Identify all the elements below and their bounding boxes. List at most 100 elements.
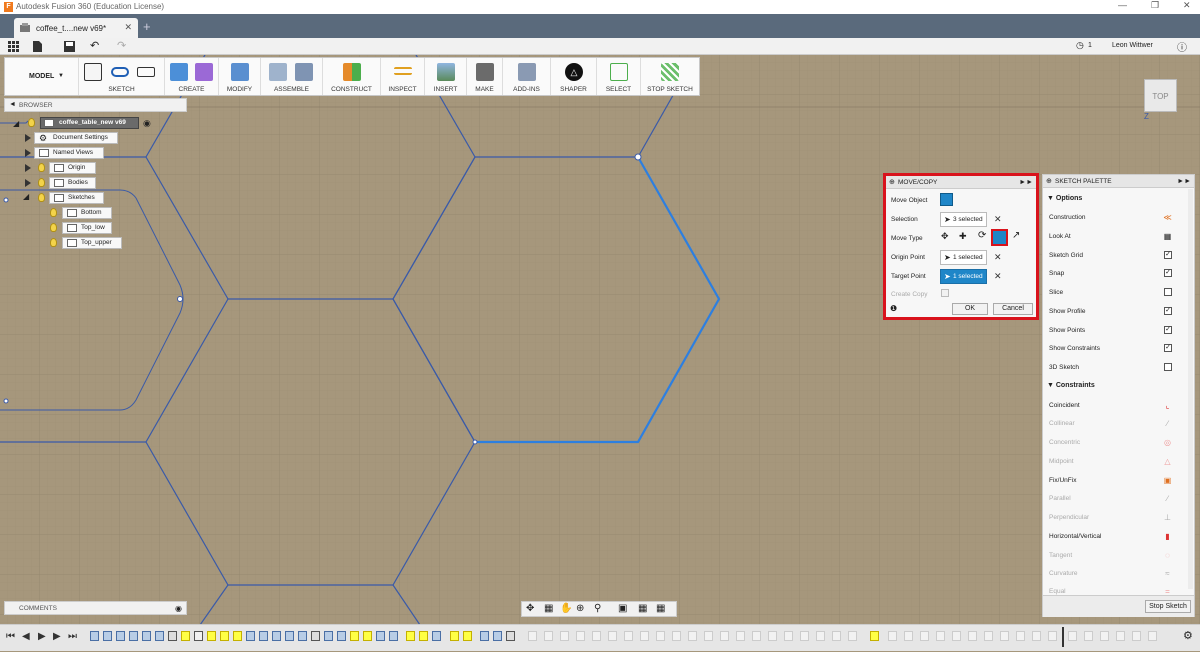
timeline-feature[interactable] [1000, 631, 1009, 641]
activate-component-icon[interactable]: ◉ [143, 118, 151, 129]
sketch-group[interactable]: SKETCH [79, 58, 165, 95]
timeline-feature[interactable] [324, 631, 333, 641]
new-component-icon[interactable] [269, 63, 287, 81]
timeline-feature[interactable] [419, 631, 428, 641]
user-name[interactable]: Leon Wittwer [1112, 42, 1153, 49]
timeline-feature[interactable] [376, 631, 385, 641]
timeline-feature[interactable] [736, 631, 745, 641]
modify-menu[interactable]: MODIFY [219, 86, 260, 93]
redo-icon[interactable]: ↷ [117, 39, 126, 52]
close-icon[interactable]: ✕ [1183, 0, 1191, 11]
timeline-feature[interactable] [155, 631, 164, 641]
timeline-feature[interactable] [168, 631, 177, 641]
timeline-feature[interactable] [936, 631, 945, 641]
workspace-switcher[interactable]: MODEL ▼ [5, 58, 79, 95]
look-at-icon[interactable]: ▦ [1163, 232, 1172, 241]
timeline-features[interactable] [88, 625, 1178, 652]
look-at-view-icon[interactable]: ▦ [544, 603, 553, 614]
sketch-menu[interactable]: SKETCH [79, 86, 164, 93]
create-menu[interactable]: CREATE [165, 86, 218, 93]
cancel-button[interactable]: Cancel [993, 303, 1033, 315]
clear-selection-icon[interactable]: ✕ [994, 214, 1002, 225]
pan-icon[interactable]: ✋ [560, 603, 572, 614]
snap-checkbox[interactable]: ✓ [1164, 269, 1172, 277]
collapse-dialog-icon[interactable]: ⊕ [889, 176, 895, 189]
timeline-feature[interactable] [103, 631, 112, 641]
timeline-feature[interactable] [480, 631, 489, 641]
timeline-feature[interactable] [832, 631, 841, 641]
form-icon[interactable] [195, 63, 213, 81]
show-profile-checkbox[interactable]: ✓ [1164, 307, 1172, 315]
insert-group[interactable]: INSERT [425, 58, 467, 95]
expand-arrow-icon[interactable] [25, 164, 31, 172]
viewports-icon[interactable]: ▦ [656, 603, 665, 614]
collinear-icon[interactable]: ∕ [1163, 419, 1172, 428]
timeline-feature[interactable] [768, 631, 777, 641]
timeline-feature[interactable] [350, 631, 359, 641]
timeline-feature[interactable] [142, 631, 151, 641]
slice-checkbox[interactable] [1164, 288, 1172, 296]
timeline-feature[interactable] [129, 631, 138, 641]
timeline-feature[interactable] [1032, 631, 1041, 641]
spline-icon[interactable] [111, 67, 129, 77]
palette-header[interactable]: ⊕ SKETCH PALETTE ►► [1043, 175, 1194, 188]
minimize-icon[interactable]: — [1118, 0, 1127, 10]
go-to-end-icon[interactable]: ⏭ [68, 631, 77, 642]
3d-print-icon[interactable] [476, 63, 494, 81]
timeline-feature[interactable] [246, 631, 255, 641]
timeline-feature[interactable] [752, 631, 761, 641]
timeline-feature[interactable] [406, 631, 415, 641]
3d-sketch-checkbox[interactable] [1164, 363, 1172, 371]
inspect-menu[interactable]: INSPECT [381, 86, 424, 93]
timeline-feature[interactable] [463, 631, 472, 641]
curvature-icon[interactable]: ≈ [1163, 569, 1172, 578]
browser-panel-header[interactable]: ◄ BROWSER [4, 98, 187, 112]
orbit-icon[interactable]: ✥ [526, 603, 534, 614]
play-icon[interactable]: ▶ [38, 631, 46, 642]
create-copy-checkbox[interactable] [941, 289, 949, 297]
point-to-position-icon[interactable]: ↗ [1012, 230, 1020, 241]
timeline-feature[interactable] [272, 631, 281, 641]
make-group[interactable]: MAKE [467, 58, 503, 95]
visibility-bulb-icon[interactable] [50, 238, 57, 247]
timeline-feature[interactable] [90, 631, 99, 641]
expand-dialog-icon[interactable]: ►► [1019, 176, 1033, 189]
sketch-item-top-upper[interactable]: Top_upper [62, 237, 122, 249]
timeline-feature[interactable] [720, 631, 729, 641]
sketch-item-bottom[interactable]: Bottom [62, 207, 112, 219]
timeline-feature[interactable] [920, 631, 929, 641]
timeline-feature[interactable] [848, 631, 857, 641]
stop-sketch-menu[interactable]: STOP SKETCH [641, 86, 699, 93]
maximize-icon[interactable]: ❐ [1151, 0, 1159, 11]
timeline-feature[interactable] [870, 631, 879, 641]
visibility-bulb-icon[interactable] [28, 118, 35, 127]
timeline-feature[interactable] [560, 631, 569, 641]
construct-menu[interactable]: CONSTRUCT [323, 86, 380, 93]
timeline-feature[interactable] [207, 631, 216, 641]
timeline-feature[interactable] [528, 631, 537, 641]
stop-sketch-group[interactable]: STOP SKETCH [641, 58, 699, 95]
target-point-field[interactable]: ➤ 1 selected [940, 269, 987, 284]
fit-icon[interactable]: ⚲ [594, 603, 601, 614]
collapse-palette-icon[interactable]: ⊕ [1046, 175, 1052, 188]
timeline-feature[interactable] [181, 631, 190, 641]
timeline-feature[interactable] [1100, 631, 1109, 641]
construction-icon[interactable]: ≪ [1163, 213, 1172, 222]
expand-palette-icon[interactable]: ►► [1177, 175, 1191, 188]
expand-arrow-icon[interactable] [25, 149, 31, 157]
timeline-feature[interactable] [298, 631, 307, 641]
shaper-menu[interactable]: SHAPER [551, 86, 596, 93]
timeline-feature[interactable] [952, 631, 961, 641]
timeline-feature[interactable] [1068, 631, 1077, 641]
palette-scrollbar[interactable] [1188, 189, 1193, 589]
timeline-feature[interactable] [432, 631, 441, 641]
visibility-bulb-icon[interactable] [50, 208, 57, 217]
clear-target-icon[interactable]: ✕ [994, 271, 1002, 282]
timeline-feature[interactable] [704, 631, 713, 641]
extrude-icon[interactable] [170, 63, 188, 81]
expand-arrow-icon[interactable] [25, 179, 31, 187]
timeline-feature[interactable] [450, 631, 459, 641]
expand-icon[interactable]: ◢ [13, 119, 19, 128]
job-status-icon[interactable]: ◷ [1076, 40, 1084, 51]
visibility-bulb-icon[interactable] [38, 178, 45, 187]
